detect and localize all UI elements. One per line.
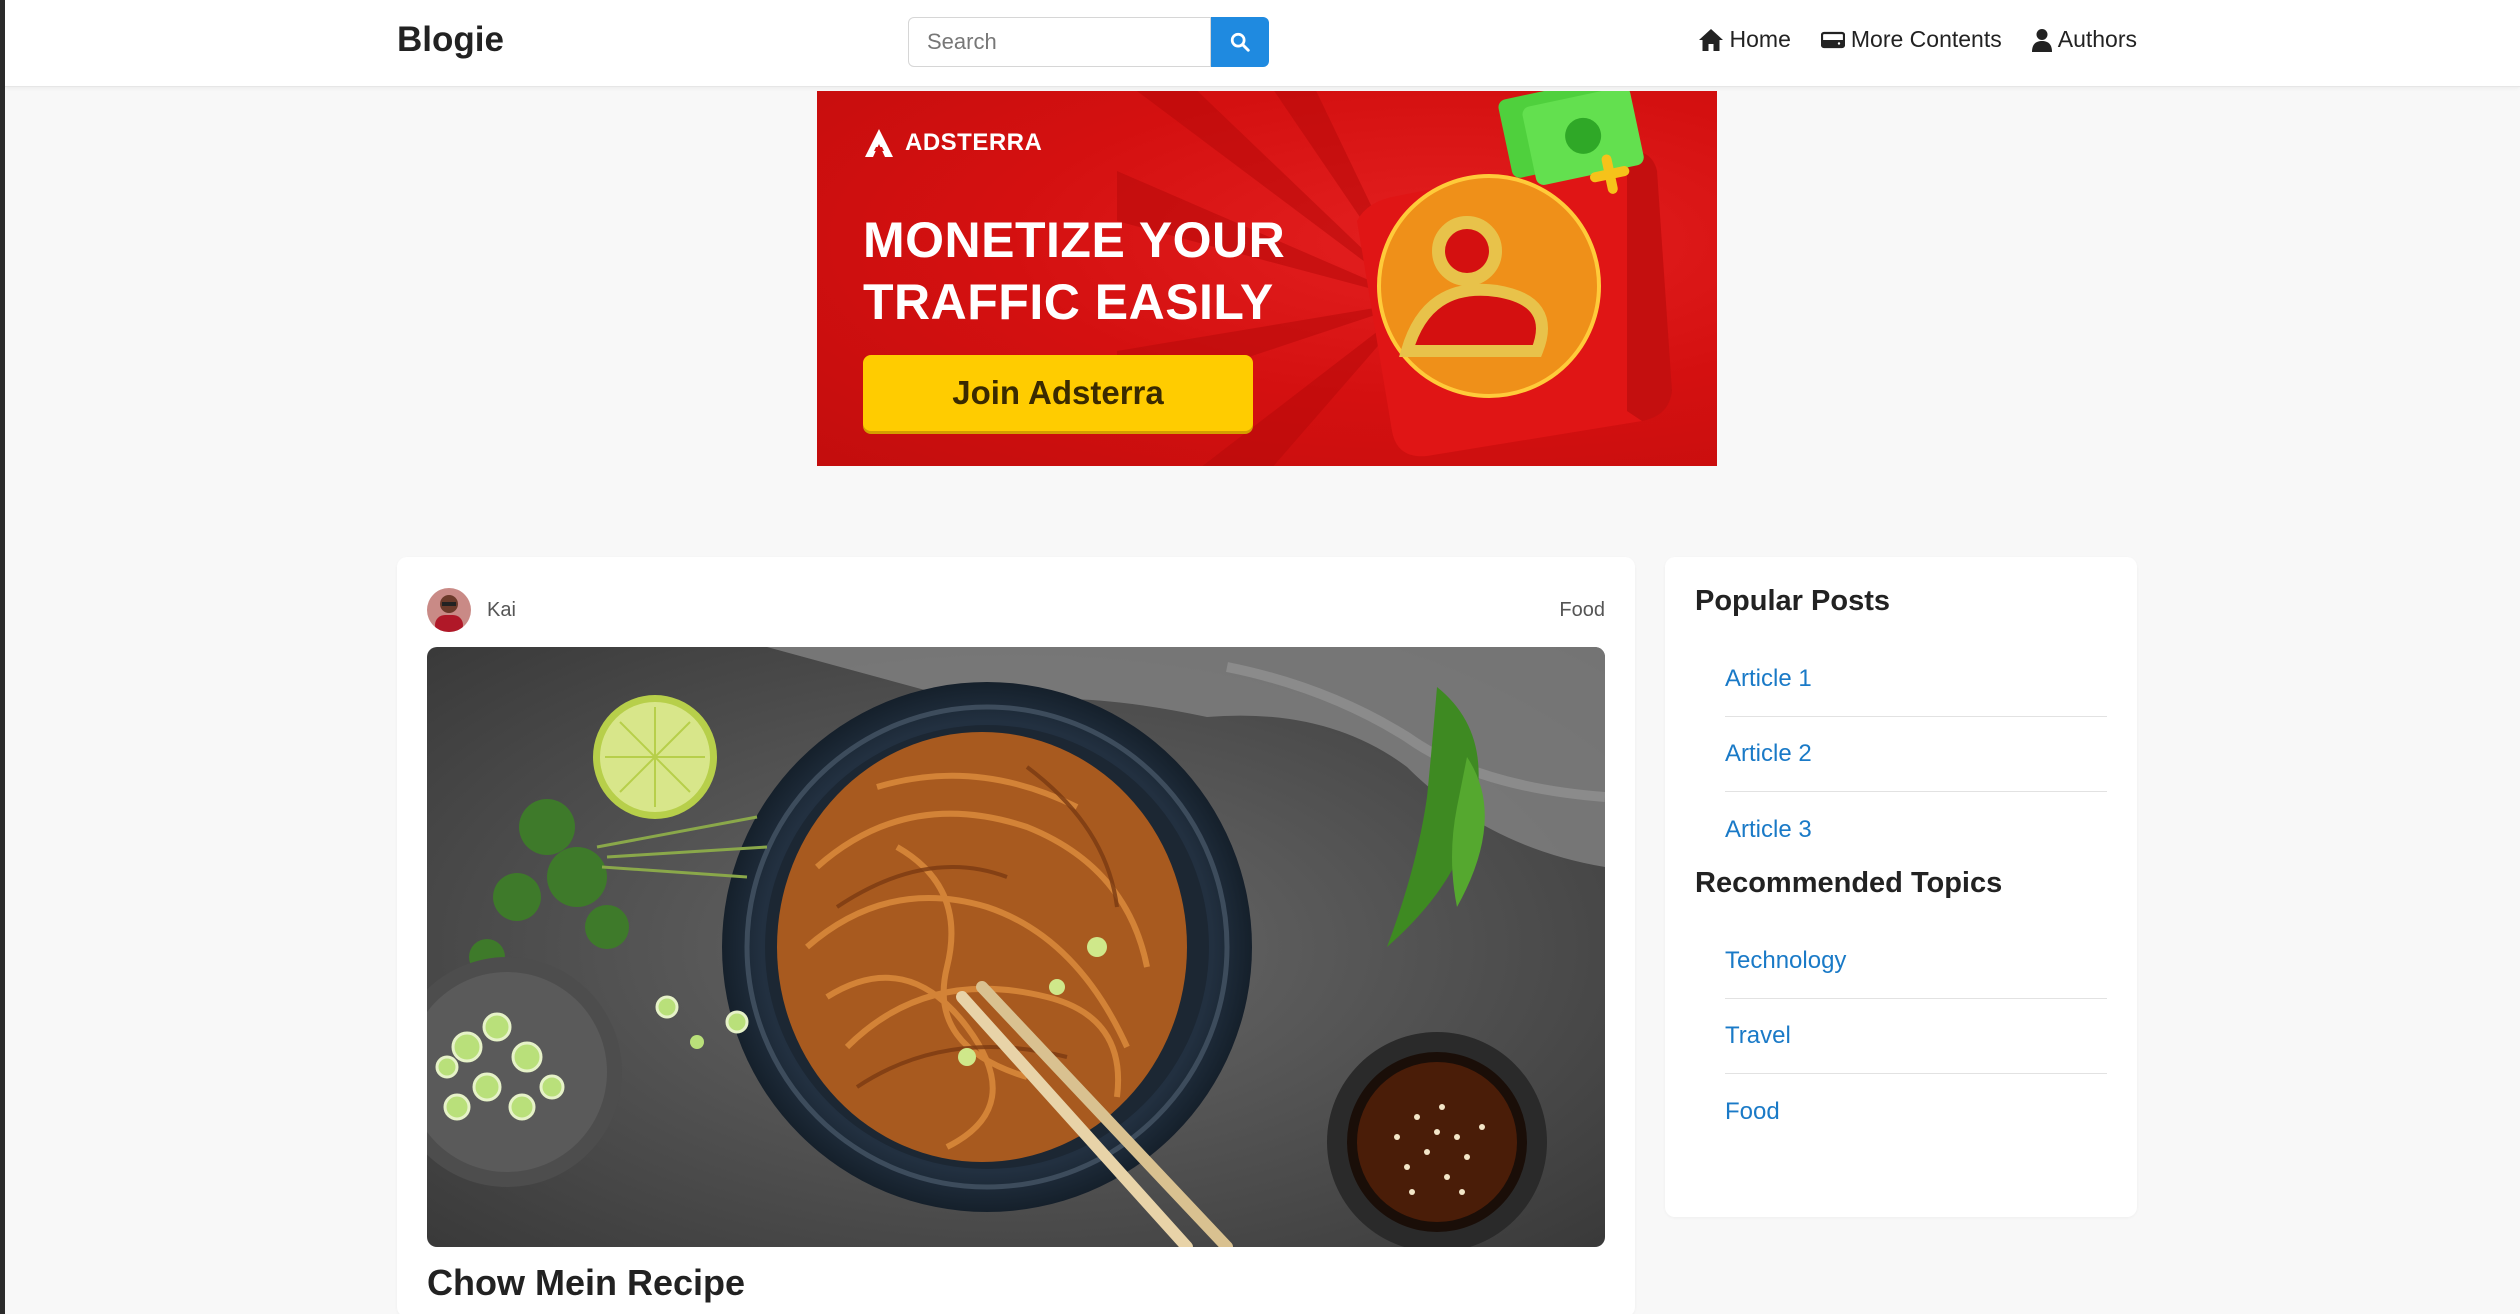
- topic-item[interactable]: Technology: [1725, 924, 2107, 999]
- nav-authors[interactable]: Authors: [2031, 26, 2137, 53]
- search-form: [908, 17, 1269, 67]
- post-category[interactable]: Food: [1559, 599, 1605, 622]
- brand-logo[interactable]: Blogie: [397, 20, 504, 60]
- post-title[interactable]: Chow Mein Recipe: [427, 1262, 745, 1304]
- topic-item[interactable]: Food: [1725, 1074, 2107, 1149]
- author-name[interactable]: Kai: [487, 599, 516, 622]
- nav-links: Home More Contents Authors: [1698, 26, 2137, 53]
- author-avatar[interactable]: [427, 588, 471, 632]
- popular-posts-heading: Popular Posts: [1695, 585, 1890, 617]
- ad-banner[interactable]: ADSTERRA MONETIZE YOUR TRAFFIC EASILY Jo…: [817, 91, 1717, 466]
- popular-posts-list: Article 1 Article 2 Article 3: [1725, 642, 2107, 867]
- navbar: Blogie Home More Contents: [5, 0, 2520, 87]
- drive-icon: [1820, 31, 1845, 48]
- search-input[interactable]: [908, 17, 1211, 67]
- topic-item[interactable]: Travel: [1725, 999, 2107, 1074]
- ad-headline-line1: MONETIZE YOUR: [863, 212, 1286, 268]
- search-icon: [1230, 32, 1250, 52]
- ad-headline-line2: TRAFFIC EASILY: [863, 274, 1274, 330]
- ad-logo: ADSTERRA: [863, 127, 1042, 159]
- sidebar: Popular Posts Article 1 Article 2 Articl…: [1665, 557, 2137, 1217]
- home-icon: [1698, 28, 1723, 51]
- ad-illustration: [1357, 91, 1672, 457]
- food-photo: [427, 647, 1605, 1247]
- popular-post-item[interactable]: Article 2: [1725, 717, 2107, 792]
- popular-post-item[interactable]: Article 3: [1725, 792, 2107, 867]
- popular-post-item[interactable]: Article 1: [1725, 642, 2107, 717]
- search-button[interactable]: [1211, 17, 1269, 67]
- nav-home[interactable]: Home: [1698, 26, 1791, 53]
- post-card: Kai Food Chow Mein Recipe: [397, 557, 1635, 1314]
- post-image[interactable]: [427, 647, 1605, 1247]
- nav-more-contents-label: More Contents: [1850, 26, 2002, 52]
- nav-more-contents[interactable]: More Contents: [1820, 26, 2002, 53]
- window-edge: [0, 0, 5, 1314]
- post-meta: Kai Food: [427, 587, 1605, 633]
- ad-logo-text: ADSTERRA: [905, 129, 1043, 156]
- user-icon: [2031, 28, 2052, 52]
- nav-authors-label: Authors: [2057, 26, 2137, 52]
- ad-headline: MONETIZE YOUR TRAFFIC EASILY: [863, 209, 1285, 333]
- adsterra-logo-icon: [865, 129, 893, 157]
- recommended-topics-list: Technology Travel Food: [1725, 924, 2107, 1149]
- join-adsterra-button[interactable]: Join Adsterra: [863, 355, 1253, 431]
- avatar-photo: [427, 588, 471, 632]
- recommended-topics-heading: Recommended Topics: [1695, 867, 2003, 899]
- nav-home-label: Home: [1729, 26, 1791, 52]
